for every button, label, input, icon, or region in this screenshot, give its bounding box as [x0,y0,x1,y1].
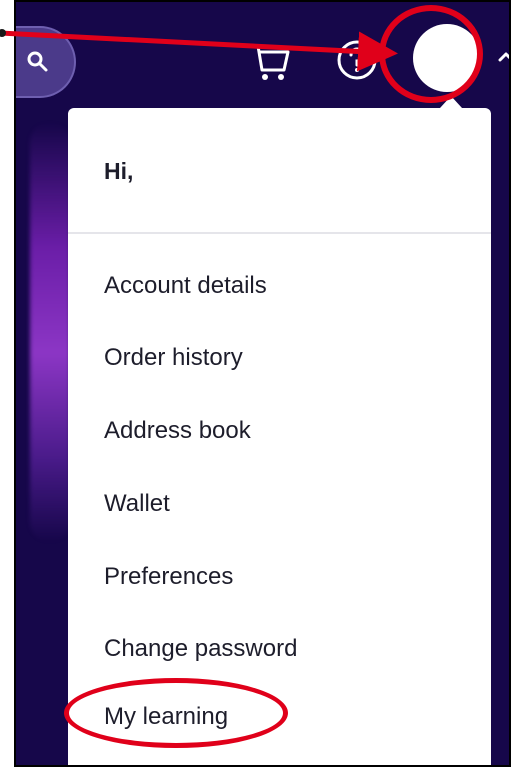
menu-item-account-details[interactable]: Account details [104,272,267,300]
menu-item-wallet[interactable]: Wallet [104,490,170,518]
search-icon [27,51,48,72]
app-frame: Hi, Account details Order history Addres… [14,0,511,767]
highlight-circle-my-learning [64,678,288,748]
menu-item-address-book[interactable]: Address book [104,417,251,445]
menu-item-change-password[interactable]: Change password [104,635,297,663]
menu-divider [68,232,491,234]
account-dropdown-menu: Hi, Account details Order history Addres… [68,108,491,765]
menu-greeting: Hi, [104,158,134,184]
background-glow [30,122,70,542]
help-icon[interactable] [335,38,379,82]
search-button[interactable] [16,26,76,98]
menu-item-order-history[interactable]: Order history [104,344,243,372]
highlight-circle-avatar [379,5,483,103]
chevron-up-icon[interactable] [497,48,511,66]
cart-icon[interactable] [248,40,292,84]
menu-item-preferences[interactable]: Preferences [104,563,233,591]
